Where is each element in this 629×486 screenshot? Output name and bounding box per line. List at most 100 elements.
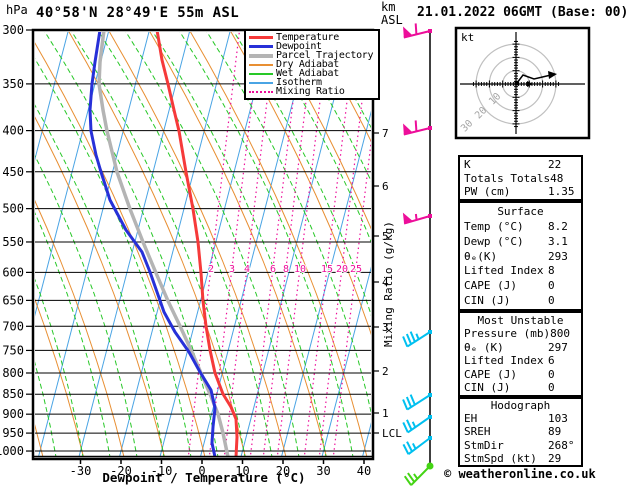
- mixing-ratio-axis-label: Mixing Ratio (g/kg): [382, 221, 395, 347]
- wind-barb: [402, 393, 432, 411]
- station-dot: [428, 393, 432, 397]
- index-value: 8: [548, 264, 555, 278]
- wind-barb: [402, 212, 432, 225]
- index-label: Totals Totals: [464, 171, 551, 185]
- index-value: 0: [548, 294, 555, 308]
- station-dot: [428, 126, 432, 130]
- table-row: SREH 89: [460, 425, 581, 438]
- hodograph-panel: 102030: [454, 26, 591, 140]
- run-datetime: 21.01.2022 06GMT (Base: 00): [417, 5, 629, 20]
- temp-tick-label: 40: [357, 464, 371, 478]
- mixing-ratio-value: 6: [270, 264, 276, 275]
- table-row: CAPE (J) 0: [460, 279, 581, 292]
- isotherm-swatch: [249, 81, 273, 84]
- pressure-tick-label: 450: [2, 165, 24, 179]
- table-row: StmDir 268°: [460, 439, 581, 452]
- mixing-ratio-swatch: [249, 90, 273, 93]
- section-title: Most Unstable: [477, 313, 564, 327]
- index-value: 1.35: [548, 185, 575, 199]
- table-row: Lifted Index 8: [460, 264, 581, 277]
- dewpoint-line-swatch: [249, 45, 273, 48]
- table-row: θₑ (K) 297: [460, 341, 581, 354]
- index-value: 103: [548, 412, 568, 426]
- index-label: CAPE (J): [464, 367, 517, 381]
- mixing-ratio-value: 20: [336, 264, 348, 275]
- surface-table: Surface Temp (°C) 8.2 Dewp (°C) 3.1 θₑ(K) 2…: [458, 201, 583, 311]
- parcel-line-swatch: [249, 53, 273, 58]
- pressure-tick-label: 650: [2, 293, 24, 307]
- index-label: StmDir: [464, 438, 504, 452]
- pressure-tick-label: 800: [2, 366, 24, 380]
- index-label: Pressure (mb): [464, 327, 551, 341]
- index-value: 3.1: [548, 234, 568, 248]
- pressure-tick-label: 300: [2, 23, 24, 37]
- index-label: CIN (J): [464, 294, 511, 308]
- table-row: Totals Totals 48: [460, 172, 581, 185]
- hodograph-origin-marker: [514, 81, 519, 86]
- index-value: 0: [548, 367, 555, 381]
- index-label: Dewp (°C): [464, 234, 524, 248]
- index-value: 268°: [548, 438, 575, 452]
- dry-adiabat-swatch: [249, 63, 273, 66]
- legend-label: Mixing Ratio: [276, 86, 345, 97]
- hodograph-unit-label: kt: [461, 31, 475, 44]
- hodograph-trace: [516, 74, 552, 84]
- index-label: EH: [464, 412, 478, 426]
- km-tick-label: 6: [382, 180, 389, 193]
- mixing-ratio-value: 10: [294, 264, 306, 275]
- wind-barb: [402, 436, 432, 456]
- pressure-tick-label: 400: [2, 124, 24, 138]
- hodograph-ring-label: 20: [473, 105, 489, 121]
- table-row: EH 103: [460, 412, 581, 425]
- pressure-tick-label: 900: [2, 407, 24, 421]
- index-label: K: [464, 157, 471, 171]
- index-label: SREH: [464, 425, 491, 439]
- wind-barb: [403, 23, 432, 39]
- altitude-unit-asl: ASL: [381, 13, 403, 27]
- index-value: 297: [548, 340, 568, 354]
- index-value: 89: [548, 425, 562, 439]
- pressure-tick-label: 350: [2, 77, 24, 91]
- table-row: StmSpd (kt) 29: [460, 452, 581, 465]
- table-row: PW (cm) 1.35: [460, 185, 581, 198]
- pressure-tick-label: 700: [2, 319, 24, 333]
- parcel-curve: [97, 32, 230, 457]
- index-label: PW (cm): [464, 185, 511, 199]
- indices-table-top: K 22 Totals Totals 48 PW (cm) 1.35: [458, 155, 583, 201]
- mixing-ratio-value: 25: [350, 264, 362, 275]
- table-row: CAPE (J) 0: [460, 368, 581, 381]
- index-value: 0: [548, 381, 555, 395]
- mixing-ratio-value: 4: [244, 264, 250, 275]
- mixing-ratio-labels: 2 3 4 6 8 10 15 20 25: [207, 263, 363, 276]
- km-tick-label: 7: [382, 127, 389, 140]
- pressure-tick-label: 600: [2, 265, 24, 279]
- wind-barb: [402, 415, 432, 434]
- mixing-ratio-value: 8: [283, 264, 289, 275]
- hodograph-ring-label: 30: [459, 118, 475, 134]
- mixing-ratio-value: 15: [321, 264, 333, 275]
- table-row: Pressure (mb) 800: [460, 327, 581, 340]
- index-value: 22: [548, 157, 562, 171]
- index-label: Lifted Index: [464, 264, 544, 278]
- table-row: K 22: [460, 158, 581, 171]
- index-label: StmSpd (kt): [464, 451, 537, 465]
- section-title: Hodograph: [490, 399, 551, 413]
- station-title: 40°58'N 28°49'E 55m ASL: [36, 5, 240, 21]
- pressure-tick-label: 750: [2, 343, 24, 357]
- surface-station-dot: [426, 462, 434, 470]
- wind-barb: [403, 120, 432, 136]
- pressure-tick-label: 1000: [0, 444, 24, 458]
- hodograph-table: Hodograph EH 103 SREH 89 StmDir 268° StmSpd…: [458, 397, 583, 467]
- pressure-tick-label: 850: [2, 387, 24, 401]
- index-value: 800: [550, 327, 570, 341]
- table-row: CIN (J) 0: [460, 294, 581, 307]
- table-row: Lifted Index 6: [460, 354, 581, 367]
- station-dot: [428, 29, 432, 33]
- mixing-ratio-value: 2: [208, 264, 214, 275]
- table-row: Temp (°C) 8.2: [460, 220, 581, 233]
- pressure-tick-label: 550: [2, 235, 24, 249]
- table-row: CIN (J) 0: [460, 381, 581, 394]
- storm-motion-marker: [527, 81, 533, 87]
- legend-box: Temperature Dewpoint Parcel Trajectory D…: [244, 29, 380, 100]
- temperature-line-swatch: [249, 36, 273, 39]
